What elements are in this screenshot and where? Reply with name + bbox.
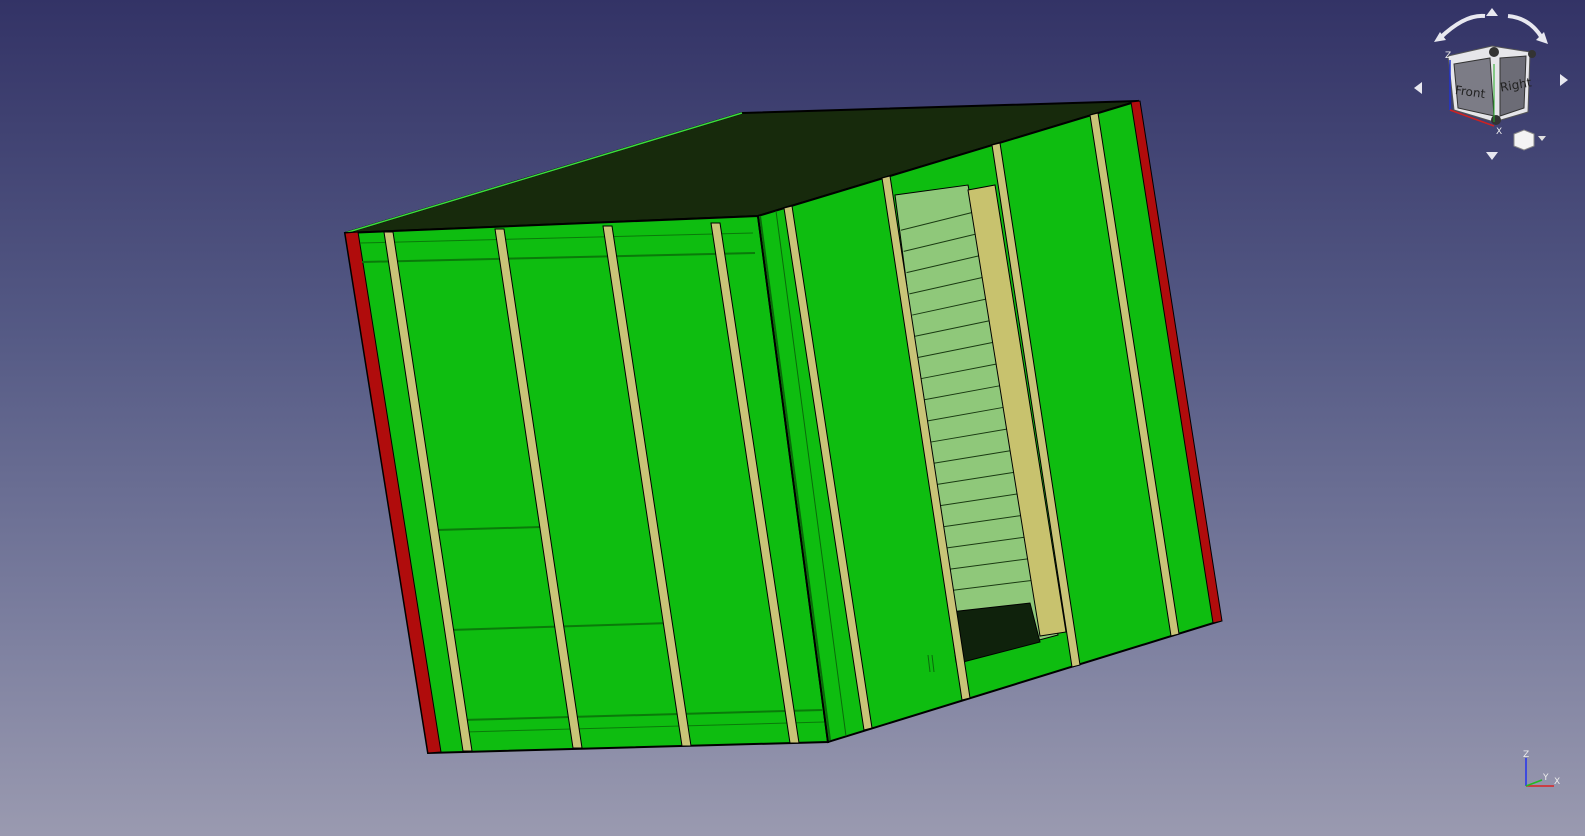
model-scene[interactable] [0, 0, 1585, 836]
cube-corner-top[interactable] [1489, 47, 1499, 57]
cube-corner-right[interactable] [1528, 50, 1536, 58]
arrow-right-icon[interactable] [1560, 74, 1568, 86]
navigation-cube[interactable]: Front Right Z X [1410, 4, 1580, 164]
cube-corner-bottom[interactable] [1491, 115, 1501, 125]
arrow-up-icon[interactable] [1486, 8, 1498, 16]
triad-y-label: Y [1542, 773, 1549, 783]
cube-axis-x-label: X [1496, 127, 1502, 137]
rotate-left-arc-icon[interactable] [1438, 13, 1486, 40]
axis-triad: Z Y X [1523, 750, 1560, 787]
view-menu-chevron-down-icon[interactable] [1538, 136, 1546, 141]
cube-axis-z-label: Z [1445, 51, 1451, 61]
arrow-left-icon[interactable] [1414, 82, 1422, 94]
rotate-right-arc-icon[interactable] [1507, 14, 1544, 40]
arrow-down-icon[interactable] [1486, 152, 1498, 160]
triad-z-label: Z [1523, 750, 1529, 760]
3d-viewport[interactable]: Front Right Z X Z Y X [0, 0, 1585, 836]
triad-x-label: X [1554, 777, 1560, 787]
triad-y-axis [1525, 779, 1543, 787]
view-menu-cube-icon[interactable] [1513, 129, 1535, 151]
